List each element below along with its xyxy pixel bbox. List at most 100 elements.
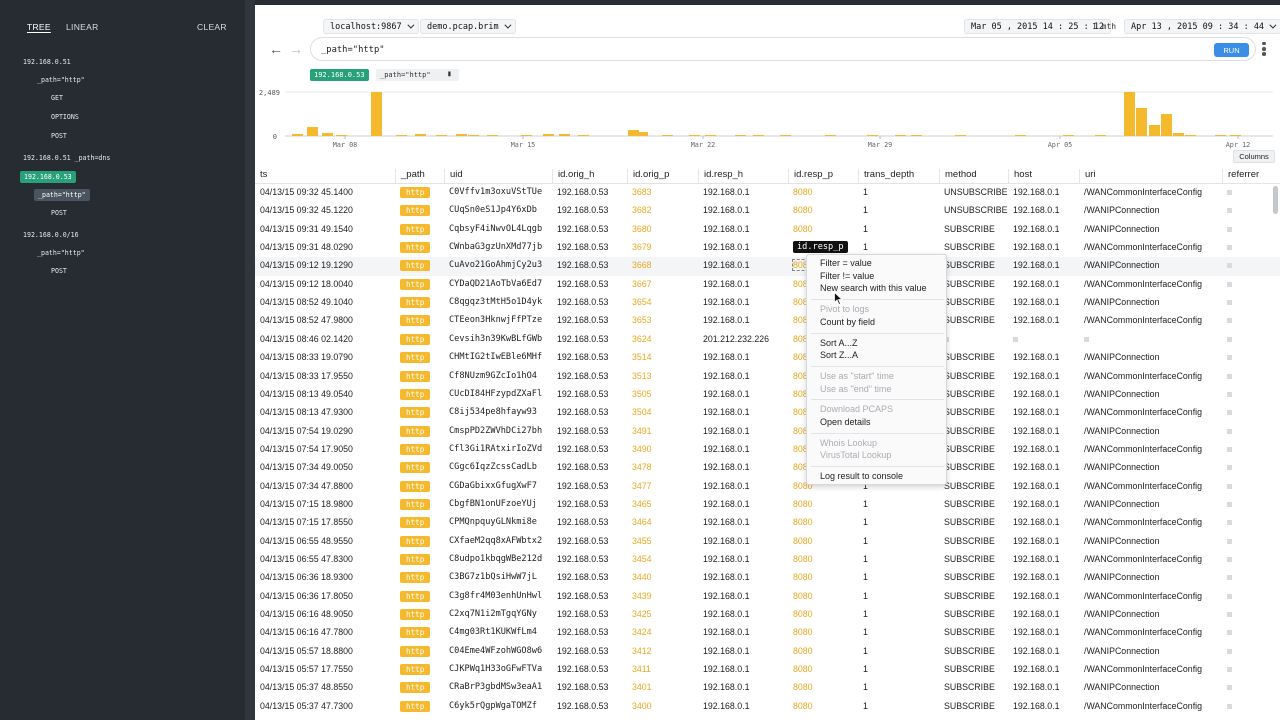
- cell-uid[interactable]: CqbsyF4iNwvOL4Lqgb: [449, 224, 542, 234]
- cell-uid[interactable]: C2xq7N1i2mTgqYGNy: [449, 609, 537, 619]
- cell-method[interactable]: UNSUBSCRIBE: [944, 205, 1008, 215]
- cell-ts[interactable]: 04/13/15 08:52 49.1040: [260, 297, 353, 307]
- cell-uid[interactable]: CWnbaG3gzUnXMd77jb: [449, 242, 542, 252]
- cell-uri[interactable]: /WANIPConnection: [1084, 389, 1159, 399]
- cell-id-resp-h[interactable]: 192.168.0.1: [703, 627, 749, 637]
- span-label[interactable]: 1 mth: [1092, 22, 1116, 31]
- table-row[interactable]: 04/13/15 09:31 48.0290 http CWnbaG3gzUnXMd…: [255, 239, 1280, 257]
- cell-uri[interactable]: /WANIPConnection: [1084, 297, 1159, 307]
- cell-id-resp-h[interactable]: 192.168.0.1: [703, 260, 749, 270]
- cell-host[interactable]: 192.168.0.1: [1013, 627, 1059, 637]
- cell-id-resp-h[interactable]: 192.168.0.1: [703, 701, 749, 711]
- from-time-picker[interactable]: Mar 05 , 2015 14 : 25 : 12: [964, 19, 1112, 34]
- column-header-uid[interactable]: uid: [444, 169, 463, 183]
- cell-ts[interactable]: 04/13/15 06:36 17.8050: [260, 591, 353, 601]
- table-row[interactable]: 04/13/15 09:32 45.1400 http C0Vffv1m3oxuVS…: [255, 184, 1280, 202]
- cell-id-orig-p[interactable]: 3455: [632, 536, 652, 546]
- cell-uid[interactable]: C0Vffv1m3oxuVStTUe: [449, 187, 542, 197]
- cell-ts[interactable]: 04/13/15 09:32 45.1400: [260, 187, 353, 197]
- column-header-id-resp-p[interactable]: id.resp_p: [788, 169, 833, 183]
- table-row[interactable]: 04/13/15 06:16 47.7800 http C4mg03Rt1KUKWf…: [255, 624, 1280, 642]
- cell-referrer[interactable]: [1227, 224, 1232, 234]
- tab-linear[interactable]: LINEAR: [66, 22, 99, 32]
- cell-id-orig-h[interactable]: 192.168.0.53: [557, 242, 608, 252]
- cell-ts[interactable]: 04/13/15 05:57 18.8800: [260, 646, 353, 656]
- cell-host[interactable]: 192.168.0.1: [1013, 591, 1059, 601]
- table-row[interactable]: 04/13/15 08:46 02.1420 http Cevsih3n39KwBL…: [255, 331, 1280, 349]
- cell-ts[interactable]: 04/13/15 07:15 18.9800: [260, 499, 353, 509]
- cell-id-orig-h[interactable]: 192.168.0.53: [557, 205, 608, 215]
- cell-uid[interactable]: CuAvo21GoAhmjCy2u3: [449, 260, 542, 270]
- empty-cell[interactable]: [1013, 334, 1018, 344]
- cell-trans-depth[interactable]: 1: [863, 701, 868, 711]
- cell-uid[interactable]: CRaBrP3gbdMSw3eaA1: [449, 682, 542, 692]
- cell-ts[interactable]: 04/13/15 05:37 47.7300: [260, 701, 353, 711]
- table-row[interactable]: 04/13/15 06:36 18.9300 http C3BG7z1bQsiHwW…: [255, 569, 1280, 587]
- cell-host[interactable]: 192.168.0.1: [1013, 315, 1059, 325]
- column-header-method[interactable]: method: [939, 169, 977, 183]
- cell-referrer[interactable]: [1227, 242, 1232, 252]
- table-row[interactable]: 04/13/15 05:57 17.7550 http CJKPWq1H33oGFw…: [255, 661, 1280, 679]
- path-badge[interactable]: http: [400, 315, 431, 327]
- cell-uri[interactable]: /WANCommonInterfaceConfig: [1084, 315, 1202, 325]
- cell-uri[interactable]: /WANIPConnection: [1084, 352, 1159, 362]
- cell-referrer[interactable]: [1227, 205, 1232, 215]
- cell-host[interactable]: 192.168.0.1: [1013, 407, 1059, 417]
- space-selector[interactable]: localhost:9867: [323, 19, 419, 34]
- table-row[interactable]: 04/13/15 06:55 47.8300 http C8udpo1kbqgWBe…: [255, 551, 1280, 569]
- run-button[interactable]: RUN: [1214, 43, 1249, 57]
- path-badge[interactable]: http: [400, 627, 431, 639]
- cell-id-orig-p[interactable]: 3412: [632, 646, 652, 656]
- tree-node[interactable]: OPTIONS: [51, 113, 79, 121]
- back-arrow-icon[interactable]: ←: [269, 41, 283, 57]
- cell-ts[interactable]: 04/13/15 06:55 47.8300: [260, 554, 353, 564]
- cell-id-resp-h[interactable]: 192.168.0.1: [703, 609, 749, 619]
- cell-uid[interactable]: C3BG7z1bQsiHwW7jL: [449, 572, 537, 582]
- cell-id-resp-p[interactable]: 8080: [793, 224, 813, 234]
- cell-referrer[interactable]: [1227, 627, 1232, 637]
- table-row[interactable]: 04/13/15 07:34 49.0050 http CGgc6IqzZcssCa…: [255, 459, 1280, 477]
- cell-referrer[interactable]: [1227, 701, 1232, 711]
- cell-trans-depth[interactable]: 1: [863, 627, 868, 637]
- table-row[interactable]: 04/13/15 07:15 18.9800 http CbgfBN1onUFzoe…: [255, 496, 1280, 514]
- filter-pin-ip[interactable]: 192.168.0.53: [310, 69, 369, 81]
- table-row[interactable]: 04/13/15 09:12 18.0040 http CYDaQD21AoTbVa…: [255, 276, 1280, 294]
- columns-button[interactable]: Columns: [1233, 150, 1275, 163]
- tree-node[interactable]: _path="http": [37, 76, 85, 84]
- cell-id-orig-h[interactable]: 192.168.0.53: [557, 664, 608, 674]
- cell-id-orig-h[interactable]: 192.168.0.53: [557, 297, 608, 307]
- cell-id-orig-p[interactable]: 3477: [632, 481, 652, 491]
- cell-uri[interactable]: /WANCommonInterfaceConfig: [1084, 664, 1202, 674]
- path-badge[interactable]: http: [400, 407, 431, 419]
- cell-uid[interactable]: Cf8NUzm9GZcIo1hO4: [449, 371, 537, 381]
- cell-trans-depth[interactable]: 1: [863, 224, 868, 234]
- tree-node[interactable]: _path="http": [34, 189, 90, 201]
- cell-id-orig-p[interactable]: 3478: [632, 462, 652, 472]
- cell-id-resp-p[interactable]: 8080: [793, 187, 813, 197]
- cell-referrer[interactable]: [1227, 334, 1232, 344]
- path-badge[interactable]: http: [400, 462, 431, 474]
- tab-tree[interactable]: TREE: [27, 22, 51, 32]
- cell-method[interactable]: SUBSCRIBE: [944, 389, 995, 399]
- column-header-id-orig-h[interactable]: id.orig_h: [552, 169, 594, 183]
- cell-id-orig-p[interactable]: 3439: [632, 591, 652, 601]
- cell-id-orig-h[interactable]: 192.168.0.53: [557, 187, 608, 197]
- cell-id-orig-p[interactable]: 3505: [632, 389, 652, 399]
- empty-cell[interactable]: [1084, 334, 1089, 344]
- cell-method[interactable]: SUBSCRIBE: [944, 242, 995, 252]
- cell-host[interactable]: 192.168.0.1: [1013, 242, 1059, 252]
- cell-id-orig-h[interactable]: 192.168.0.53: [557, 462, 608, 472]
- cell-id-resp-h[interactable]: 192.168.0.1: [703, 536, 749, 546]
- cell-id-orig-h[interactable]: 192.168.0.53: [557, 517, 608, 527]
- cell-id-orig-p[interactable]: 3400: [632, 701, 652, 711]
- clear-button[interactable]: CLEAR: [197, 22, 227, 32]
- cell-referrer[interactable]: [1227, 481, 1232, 491]
- cell-method[interactable]: SUBSCRIBE: [944, 297, 995, 307]
- cell-uri[interactable]: /WANCommonInterfaceConfig: [1084, 279, 1202, 289]
- cell-referrer[interactable]: [1227, 315, 1232, 325]
- cell-method[interactable]: SUBSCRIBE: [944, 572, 995, 582]
- cell-id-orig-p[interactable]: 3679: [632, 242, 652, 252]
- cell-host[interactable]: 192.168.0.1: [1013, 297, 1059, 307]
- cell-id-orig-h[interactable]: 192.168.0.53: [557, 627, 608, 637]
- cell-ts[interactable]: 04/13/15 08:52 47.9800: [260, 315, 353, 325]
